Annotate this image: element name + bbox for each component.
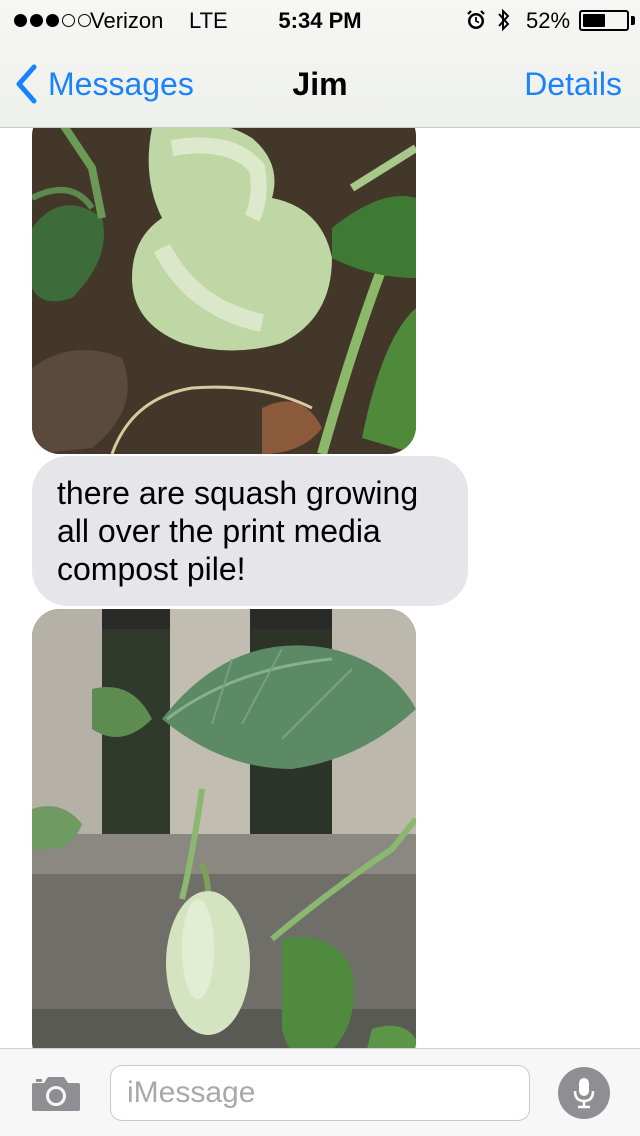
squash-compost-photo: [32, 128, 416, 454]
details-button[interactable]: Details: [524, 66, 622, 103]
message-photo-squash-fence[interactable]: [32, 609, 416, 1048]
squash-fence-photo: [32, 609, 416, 1048]
message-line: compost pile!: [57, 551, 246, 587]
received-message-bubble[interactable]: there are squash growing all over the pr…: [32, 456, 468, 606]
status-bar: Verizon LTE 5:34 PM 52%: [0, 0, 640, 40]
battery-icon: [579, 10, 629, 31]
battery-percent: 52%: [526, 8, 571, 33]
message-input[interactable]: [110, 1065, 530, 1121]
battery-fill: [583, 14, 605, 27]
battery-tip: [631, 16, 635, 25]
back-button[interactable]: Messages: [14, 64, 194, 104]
message-photo-squash-compost[interactable]: [32, 128, 416, 454]
message-thread[interactable]: there are squash growing all over the pr…: [0, 128, 640, 1048]
compose-bar: [0, 1048, 640, 1136]
microphone-icon: [573, 1078, 595, 1109]
message-line: there are squash growing: [57, 475, 419, 511]
alarm-icon: [467, 10, 485, 29]
message-line: all over the print media: [57, 513, 381, 549]
camera-icon[interactable]: [30, 1073, 82, 1113]
back-label: Messages: [48, 65, 194, 102]
navigation-bar: Messages Jim Details: [0, 40, 640, 128]
bluetooth-icon: [498, 8, 510, 32]
microphone-button[interactable]: [558, 1067, 610, 1119]
messages-screen: Verizon LTE 5:34 PM 52% Messages Jim Det…: [0, 0, 640, 1136]
top-bar: Verizon LTE 5:34 PM 52% Messages Jim Det…: [0, 0, 640, 128]
chevron-left-icon: [16, 64, 37, 104]
